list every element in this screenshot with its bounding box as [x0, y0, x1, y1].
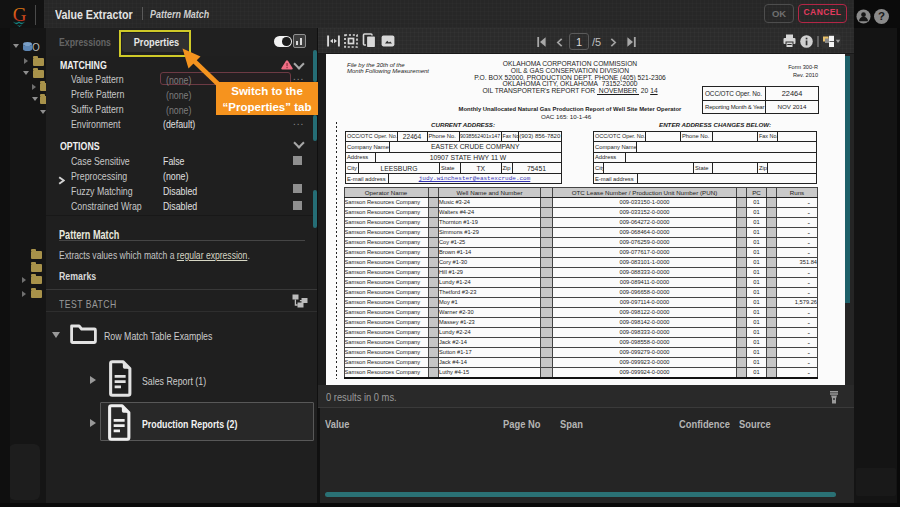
- svg-text:G: G: [13, 4, 27, 25]
